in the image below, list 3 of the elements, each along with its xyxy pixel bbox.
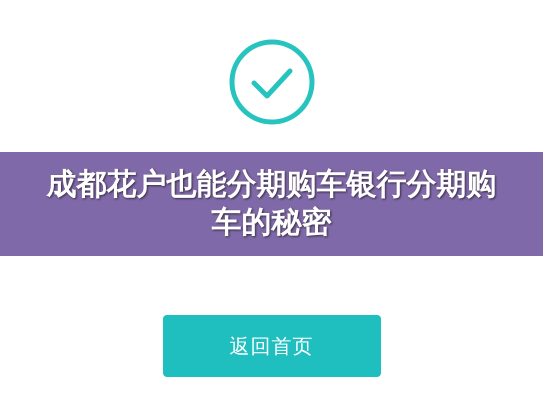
banner-title: 成都花户也能分期购车银行分期购车的秘密: [45, 166, 498, 242]
home-button[interactable]: 返回首页: [162, 315, 380, 377]
success-check-icon: [228, 38, 316, 126]
